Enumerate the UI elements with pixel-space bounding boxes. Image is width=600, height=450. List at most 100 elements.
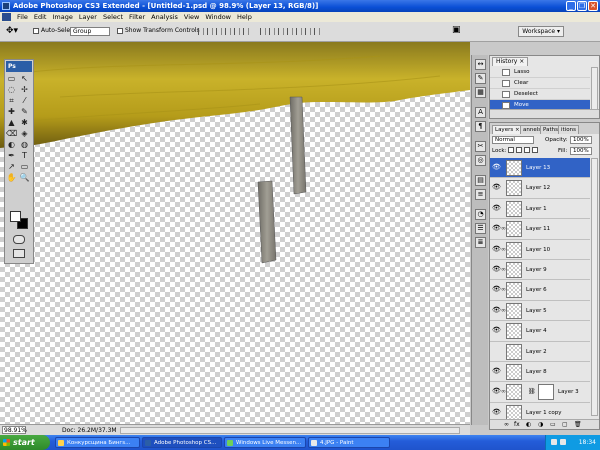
distribute-hcenter-icon[interactable] xyxy=(296,28,302,35)
layer-name[interactable]: Layer 5 xyxy=(526,308,547,314)
visibility-eye-icon[interactable]: 👁 xyxy=(492,388,501,395)
history-scrollbar[interactable] xyxy=(591,67,598,111)
dock-clone-source-icon[interactable]: ✂ xyxy=(475,141,486,152)
layer-name[interactable]: Layer 8 xyxy=(526,369,547,375)
align-left-icon[interactable] xyxy=(225,28,231,35)
shape-tool-icon[interactable]: ▭ xyxy=(19,162,30,171)
tray-volume-icon[interactable] xyxy=(560,439,566,445)
distribute-left-icon[interactable] xyxy=(287,28,293,35)
layer-name[interactable]: Layer 2 xyxy=(526,349,547,355)
layer-thumbnail[interactable] xyxy=(506,200,522,217)
layer-mask-thumbnail[interactable] xyxy=(538,384,554,401)
history-item-deselect[interactable]: Deselect xyxy=(490,89,590,100)
menu-filter[interactable]: Filter xyxy=(126,13,148,21)
tray-network-icon[interactable] xyxy=(551,439,557,445)
lasso-tool-icon[interactable]: ◌ xyxy=(6,85,17,94)
marquee-tool-icon[interactable]: ▭ xyxy=(6,74,17,83)
distribute-vcenter-icon[interactable] xyxy=(269,28,275,35)
new-layer-icon[interactable]: ▢ xyxy=(562,421,568,428)
menu-select[interactable]: Select xyxy=(100,13,126,21)
layer-name[interactable]: Layer 9 xyxy=(526,267,547,273)
layer-name[interactable]: Layer 4 xyxy=(526,328,547,334)
dock-tool-presets-icon[interactable]: ≣ xyxy=(475,237,486,248)
screen-mode-icon[interactable] xyxy=(13,249,25,258)
doc-size[interactable]: Doc: 26.2M/37.3M xyxy=(62,427,117,434)
path-selection-icon[interactable]: ↗ xyxy=(6,162,17,171)
layer-row[interactable]: 👁 Layer 4 xyxy=(490,321,590,342)
new-group-icon[interactable]: ▭ xyxy=(550,421,556,428)
align-bottom-icon[interactable] xyxy=(216,28,222,35)
lock-transparency-icon[interactable] xyxy=(508,147,514,153)
show-transform-checkbox[interactable]: Show Transform Controls xyxy=(117,27,200,34)
taskbar-item-paint[interactable]: 4.JPG - Paint xyxy=(308,437,390,448)
align-hcenter-icon[interactable] xyxy=(234,28,240,35)
fill-field[interactable]: 100% xyxy=(570,147,592,155)
delete-layer-icon[interactable]: 🗑 xyxy=(574,421,582,428)
tab-layers[interactable]: Layers × xyxy=(492,125,523,134)
layer-thumbnail[interactable] xyxy=(506,384,522,401)
taskbar-item-messenger[interactable]: Windows Live Messen... xyxy=(224,437,306,448)
visibility-eye-icon[interactable]: 👁 xyxy=(492,286,501,293)
menu-layer[interactable]: Layer xyxy=(76,13,100,21)
mask-chain-icon[interactable]: ⛓ xyxy=(528,388,536,395)
distribute-top-icon[interactable] xyxy=(260,28,266,35)
dock-info-icon[interactable]: ≡ xyxy=(475,189,486,200)
visibility-eye-icon[interactable]: 👁 xyxy=(492,306,501,314)
layer-thumbnail[interactable] xyxy=(506,323,522,340)
restore-button[interactable]: ❐ xyxy=(577,1,587,11)
foreground-color-swatch[interactable] xyxy=(10,211,21,222)
layer-row[interactable]: 👁 ∞ Layer 10 xyxy=(490,239,590,260)
dock-styles-icon[interactable]: ◎ xyxy=(475,155,486,166)
brush-tool-icon[interactable]: ✎ xyxy=(19,107,30,116)
layer-thumbnail[interactable] xyxy=(506,282,522,299)
start-button[interactable]: start xyxy=(0,435,50,450)
align-vcenter-icon[interactable] xyxy=(207,28,213,35)
layer-thumbnail[interactable] xyxy=(506,221,522,238)
layer-name[interactable]: Layer 13 xyxy=(526,165,550,171)
layer-thumbnail[interactable] xyxy=(506,343,522,360)
layer-mask-icon[interactable]: ◐ xyxy=(526,421,531,428)
document-icon[interactable] xyxy=(2,13,11,21)
lock-all-icon[interactable] xyxy=(532,147,538,153)
zoom-field[interactable]: 98.91% xyxy=(2,426,27,434)
visibility-eye-icon[interactable]: 👁 xyxy=(492,164,501,171)
menu-help[interactable]: Help xyxy=(234,13,255,21)
blur-tool-icon[interactable]: ◐ xyxy=(6,140,17,149)
visibility-eye-icon[interactable]: 👁 xyxy=(492,225,501,232)
horizontal-scrollbar[interactable] xyxy=(120,427,460,434)
menu-image[interactable]: Image xyxy=(49,13,75,21)
dock-brush-icon[interactable]: ✎ xyxy=(475,73,486,84)
visibility-eye-icon[interactable]: 👁 xyxy=(492,367,501,375)
visibility-eye-icon[interactable]: 👁 xyxy=(492,204,501,212)
layer-thumbnail[interactable] xyxy=(506,241,522,258)
layer-style-icon[interactable]: fx xyxy=(514,421,520,428)
history-tab[interactable]: History × xyxy=(492,57,529,66)
paint-bucket-icon[interactable]: ◈ xyxy=(19,129,30,138)
move-tool-icon[interactable]: ↖ xyxy=(19,74,30,83)
pen-tool-icon[interactable]: ✒ xyxy=(6,151,17,160)
magic-wand-icon[interactable]: ✢ xyxy=(19,85,30,94)
visibility-eye-icon[interactable] xyxy=(492,348,499,355)
dock-histogram-icon[interactable]: ☰ xyxy=(475,223,486,234)
quick-mask-icon[interactable] xyxy=(13,235,25,244)
workspace-button[interactable]: Workspace ▾ xyxy=(518,26,564,37)
layer-thumbnail[interactable] xyxy=(506,302,522,319)
layer-name[interactable]: Layer 12 xyxy=(526,185,550,191)
hand-tool-icon[interactable]: ✋ xyxy=(6,173,17,182)
layer-thumbnail[interactable] xyxy=(506,261,522,278)
healing-brush-icon[interactable]: ✚ xyxy=(6,107,17,116)
visibility-eye-icon[interactable]: 👁 xyxy=(492,327,501,334)
layer-name[interactable]: Layer 1 copy xyxy=(526,410,561,416)
auto-align-icon[interactable] xyxy=(314,28,320,35)
camera-icon[interactable]: ▣ xyxy=(452,25,461,35)
document-canvas[interactable] xyxy=(0,42,470,424)
eraser-tool-icon[interactable]: ⌫ xyxy=(6,129,17,138)
layers-scrollbar[interactable] xyxy=(591,158,598,416)
layer-row[interactable]: 👁 Layer 1 xyxy=(490,198,590,220)
visibility-eye-icon[interactable]: 👁 xyxy=(492,245,501,253)
menu-analysis[interactable]: Analysis xyxy=(148,13,181,21)
layer-row[interactable]: 👁 Layer 8 xyxy=(490,361,590,383)
history-item-lasso[interactable]: Lasso xyxy=(490,67,590,78)
dock-actions-icon[interactable]: ▤ xyxy=(475,175,486,186)
crop-tool-icon[interactable]: ⌗ xyxy=(6,96,17,105)
